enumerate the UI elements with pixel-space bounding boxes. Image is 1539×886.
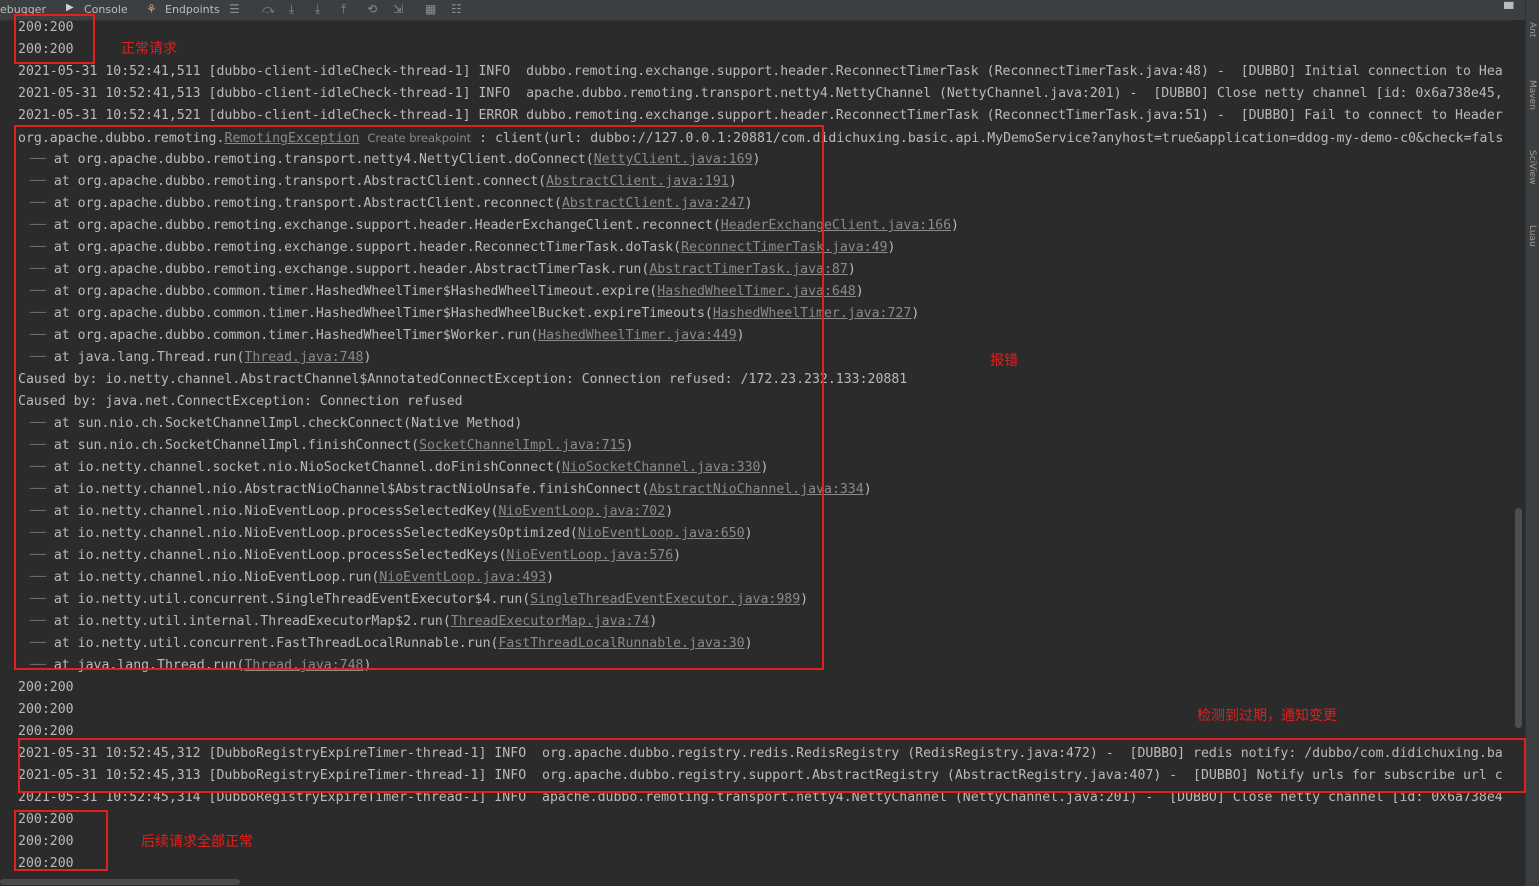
step-into-icon[interactable]: ⤓ [289,2,294,17]
scrollbar-thumb[interactable] [1515,508,1522,728]
trace-icon[interactable]: ☷ [451,2,462,16]
menu-icon[interactable]: ☰ [229,2,240,16]
paren: ) [855,284,864,299]
tab-luau[interactable]: Luau [1527,225,1537,247]
tab-sciview[interactable]: SciView [1527,150,1537,185]
log-line: 2021-05-31 10:52:41,511 [dubbo-client-id… [18,61,1503,83]
horizontal-scrollbar[interactable] [0,879,240,885]
log-text: 200:200 [18,724,74,739]
right-tool-strip: Ant Maven SciView Luau [1525,0,1539,886]
log-text: 2021-05-31 10:52:41,513 [dubbo-client-id… [18,86,1503,101]
console-icon: ▶ [66,2,74,13]
log-text: 200:200 [18,680,74,695]
log-text: 200:200 [18,702,74,717]
layout-icon[interactable]: ▀ [1504,2,1513,16]
all-normal-box [14,810,108,871]
force-step-into-icon[interactable]: ⤓ [315,2,320,17]
paren: ) [847,262,856,277]
step-over-icon[interactable]: ⤼ [262,2,275,17]
normal-request-box [14,14,95,64]
annotation-all-normal: 后续请求全部正常 [141,834,253,850]
paren: ) [911,306,920,321]
annotation-normal-request: 正常请求 [121,41,177,57]
endpoints-icon: ⚘ [146,2,157,16]
tab-maven[interactable]: Maven [1527,80,1537,110]
log-line: 200:200 [18,677,74,699]
expired-notify-box [18,738,1526,793]
log-text: 2021-05-31 10:52:41,511 [dubbo-client-id… [18,64,1503,79]
step-out-icon[interactable]: ⤒ [341,2,346,17]
annotation-error: 报错 [990,353,1018,369]
run-to-cursor-icon[interactable]: ⇲ [393,2,403,16]
paren: ) [863,482,872,497]
paren: ) [951,218,959,233]
error-box [14,125,824,670]
log-text: 2021-05-31 10:52:41,521 [dubbo-client-id… [18,108,1503,123]
log-line: 2021-05-31 10:52:41,513 [dubbo-client-id… [18,83,1503,105]
evaluate-icon[interactable]: ▦ [425,2,436,16]
tab-endpoints[interactable]: Endpoints [165,3,220,16]
log-line: 2021-05-31 10:52:41,521 [dubbo-client-id… [18,105,1503,127]
paren: ) [887,240,896,255]
console-toolbar: ebugger ▶ Console ⚘ Endpoints ☰ ⤼ ⤓ ⤓ ⤒ … [0,0,1539,21]
annotation-expired-notify: 检测到过期，通知变更 [1197,708,1337,724]
tab-ant[interactable]: Ant [1527,22,1537,37]
log-line: 200:200 [18,699,74,721]
drop-frame-icon[interactable]: ⟲ [367,2,377,16]
